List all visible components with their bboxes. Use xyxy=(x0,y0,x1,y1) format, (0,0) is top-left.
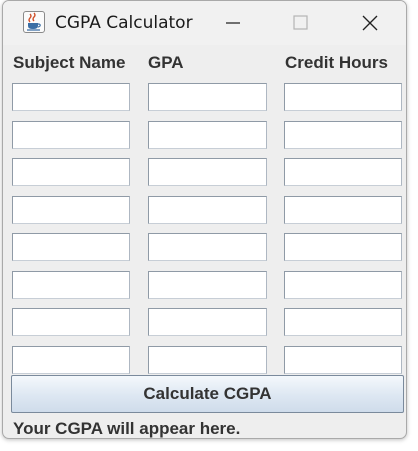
close-icon xyxy=(362,15,378,31)
maximize-icon xyxy=(293,15,308,30)
credit-hours-input[interactable] xyxy=(284,233,402,261)
gpa-input[interactable] xyxy=(148,196,267,224)
credit-hours-input[interactable] xyxy=(284,308,402,336)
close-button[interactable] xyxy=(346,1,392,45)
header-gpa: GPA xyxy=(148,53,184,72)
subject-name-input[interactable] xyxy=(12,308,130,336)
calculate-cgpa-button[interactable]: Calculate CGPA xyxy=(11,375,404,413)
subject-name-input[interactable] xyxy=(12,158,130,186)
gpa-input[interactable] xyxy=(148,346,267,374)
gpa-input[interactable] xyxy=(148,158,267,186)
subject-name-input[interactable] xyxy=(12,271,130,299)
credit-hours-input[interactable] xyxy=(284,121,402,149)
header-subject-name: Subject Name xyxy=(13,53,126,72)
credit-hours-input[interactable] xyxy=(284,83,402,111)
cgpa-result-label: Your CGPA will appear here. xyxy=(13,419,241,438)
window-title: CGPA Calculator xyxy=(55,13,193,33)
header-credit-hours: Credit Hours xyxy=(285,53,388,72)
app-window: CGPA Calculator Subject Name GPA Credit … xyxy=(2,0,407,439)
java-cup-icon xyxy=(23,11,45,33)
maximize-button[interactable] xyxy=(276,1,322,45)
credit-hours-input[interactable] xyxy=(284,271,402,299)
subject-name-input[interactable] xyxy=(12,196,130,224)
credit-hours-input[interactable] xyxy=(284,346,402,374)
credit-hours-input[interactable] xyxy=(284,196,402,224)
gpa-input[interactable] xyxy=(148,308,267,336)
subject-name-input[interactable] xyxy=(12,121,130,149)
credit-hours-input[interactable] xyxy=(284,158,402,186)
gpa-input[interactable] xyxy=(148,121,267,149)
subject-name-input[interactable] xyxy=(12,233,130,261)
minimize-button[interactable] xyxy=(208,1,254,45)
subject-name-input[interactable] xyxy=(12,346,130,374)
title-bar[interactable]: CGPA Calculator xyxy=(3,1,406,45)
gpa-input[interactable] xyxy=(148,271,267,299)
gpa-input[interactable] xyxy=(148,83,267,111)
gpa-input[interactable] xyxy=(148,233,267,261)
minimize-icon xyxy=(226,22,240,24)
subject-name-input[interactable] xyxy=(12,83,130,111)
